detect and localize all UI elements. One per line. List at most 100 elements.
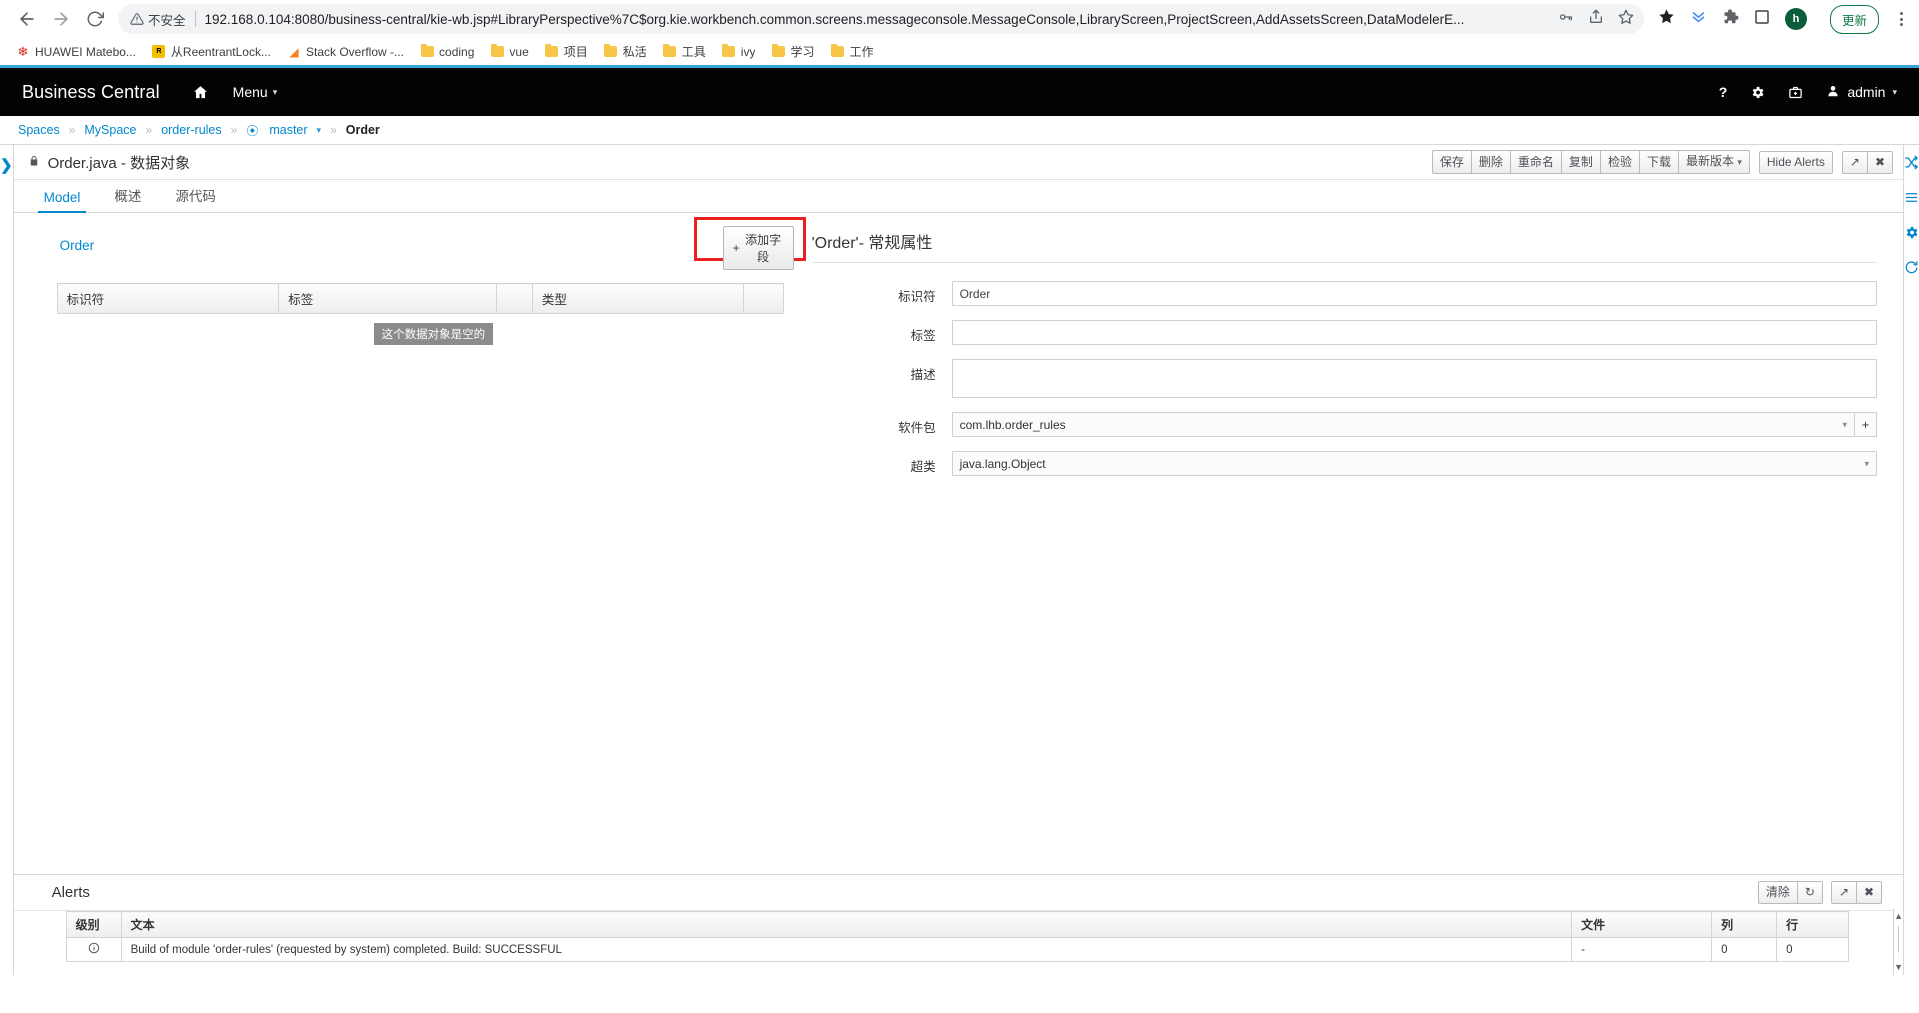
bookmark-item[interactable]: vue: [483, 42, 535, 62]
gear-icon[interactable]: [1750, 85, 1765, 100]
delete-button[interactable]: 删除: [1471, 150, 1511, 174]
copy-button[interactable]: 复制: [1561, 150, 1601, 174]
update-button[interactable]: 更新: [1830, 5, 1879, 34]
tab-model[interactable]: Model: [38, 185, 87, 212]
column-header-row[interactable]: 行: [1777, 912, 1849, 938]
column-header-file[interactable]: 文件: [1572, 912, 1712, 938]
user-icon: [1826, 84, 1840, 101]
breadcrumb-item-order-rules[interactable]: order-rules: [161, 123, 221, 137]
editor-toolbar: 保存 删除 重命名 复制 检验 下载 最新版本 ▾ Hide Alerts ↗ …: [1432, 150, 1893, 174]
model-left-pane: Order + 添加字段 标识符 标签 类型: [14, 213, 794, 874]
bookmark-item[interactable]: R 从ReentrantLock...: [145, 40, 278, 63]
share-icon[interactable]: [1588, 9, 1604, 30]
superclass-select-wrap[interactable]: java.lang.Object ▾: [952, 451, 1877, 476]
data-object-name[interactable]: Order: [60, 238, 95, 253]
forward-arrow-icon[interactable]: [44, 2, 78, 36]
close-icon[interactable]: ✖: [1856, 881, 1882, 904]
briefcase-icon[interactable]: [1788, 85, 1803, 100]
back-arrow-icon[interactable]: [10, 2, 44, 36]
tab-source[interactable]: 源代码: [169, 180, 222, 212]
alerts-scrollbar[interactable]: ▲ ▼: [1893, 908, 1903, 975]
chevron-down-icon: ▾: [1892, 87, 1897, 98]
form-row-package: 软件包 com.lhb.order_rules ▾ +: [812, 412, 1877, 437]
package-select-wrap[interactable]: com.lhb.order_rules ▾: [952, 412, 1855, 437]
bookmark-item[interactable]: 工作: [823, 40, 880, 63]
table-header-row: 标识符 标签 类型: [57, 284, 783, 314]
refresh-icon[interactable]: ↻: [1797, 881, 1823, 904]
identifier-input[interactable]: [952, 281, 1877, 306]
shuffle-icon[interactable]: [1904, 155, 1919, 173]
package-select[interactable]: com.lhb.order_rules: [952, 412, 1855, 437]
home-icon[interactable]: [192, 84, 209, 101]
profile-avatar[interactable]: h: [1785, 8, 1807, 30]
bookmark-item[interactable]: ivy: [715, 42, 763, 62]
bookmark-item[interactable]: ❄ HUAWEI Matebo...: [9, 42, 143, 62]
expand-icon[interactable]: ↗: [1831, 881, 1857, 904]
latest-version-dropdown[interactable]: 最新版本 ▾: [1678, 150, 1750, 174]
column-header-label[interactable]: 标签: [279, 284, 497, 314]
breadcrumb-separator: »: [69, 123, 76, 137]
folder-icon: [722, 45, 736, 59]
app-header-actions: ? admin ▾: [1719, 84, 1897, 101]
tab-overview[interactable]: 概述: [108, 180, 147, 212]
editor-header: Order.java - 数据对象 保存 删除 重命名 复制 检验 下载 最新版…: [14, 145, 1903, 180]
breadcrumb: Spaces » MySpace » order-rules » ⦿ maste…: [0, 116, 1919, 144]
column-header-identifier[interactable]: 标识符: [57, 284, 279, 314]
sidepanel-icon[interactable]: [1754, 9, 1770, 30]
description-textarea[interactable]: [952, 359, 1877, 398]
folder-icon: [420, 45, 434, 59]
expand-icon[interactable]: ↗: [1842, 151, 1868, 174]
clear-alerts-button[interactable]: 清除: [1758, 881, 1798, 904]
column-header-text[interactable]: 文本: [121, 912, 1572, 938]
gear-icon[interactable]: [1904, 225, 1919, 243]
rename-button[interactable]: 重命名: [1510, 150, 1562, 174]
add-package-button[interactable]: +: [1855, 412, 1877, 437]
scrollbar-thumb[interactable]: [1898, 926, 1899, 952]
bookmark-label: 学习: [790, 43, 814, 60]
bookmark-star-icon[interactable]: [1618, 9, 1634, 30]
download-button[interactable]: 下载: [1639, 150, 1679, 174]
control-description: [952, 359, 1877, 398]
bookmark-item[interactable]: 工具: [656, 40, 713, 63]
menu-dropdown[interactable]: Menu ▾: [233, 84, 278, 100]
extensions-puzzle-icon[interactable]: [1722, 8, 1739, 30]
column-header-column[interactable]: 列: [1712, 912, 1777, 938]
question-mark-icon[interactable]: ?: [1719, 84, 1728, 100]
bookmarks-star-filled-icon[interactable]: [1658, 8, 1675, 30]
superclass-select[interactable]: java.lang.Object: [952, 451, 1877, 476]
sync-icon[interactable]: [1904, 260, 1919, 278]
save-button[interactable]: 保存: [1432, 150, 1472, 174]
bookmark-item[interactable]: coding: [413, 42, 481, 62]
user-menu[interactable]: admin ▾: [1826, 84, 1897, 101]
browser-chrome: 不安全 192.168.0.104:8080/business-central/…: [0, 0, 1919, 65]
reload-icon[interactable]: [78, 2, 112, 36]
password-key-icon[interactable]: [1558, 9, 1574, 30]
validate-button[interactable]: 检验: [1600, 150, 1640, 174]
close-icon[interactable]: ✖: [1867, 151, 1893, 174]
bookmark-item[interactable]: ◢ Stack Overflow -...: [280, 42, 411, 62]
table-row[interactable]: Build of module 'order-rules' (requested…: [66, 938, 1849, 962]
bookmark-item[interactable]: 学习: [764, 40, 821, 63]
add-field-button[interactable]: + 添加字段: [723, 226, 794, 270]
chrome-menu-icon[interactable]: [1894, 12, 1909, 26]
expand-panel-icon[interactable]: ❯: [0, 156, 13, 174]
downloads-icon[interactable]: [1690, 8, 1707, 30]
bookmark-item[interactable]: 项目: [538, 40, 595, 63]
hide-alerts-button[interactable]: Hide Alerts: [1759, 151, 1833, 174]
chevron-down-icon[interactable]: ▾: [317, 125, 322, 136]
breadcrumb-item-spaces[interactable]: Spaces: [18, 123, 60, 137]
breadcrumb-item-master[interactable]: master: [269, 123, 307, 137]
column-header-spacer2: [743, 284, 783, 314]
scroll-up-icon[interactable]: ▲: [1894, 911, 1903, 921]
security-warning[interactable]: 不安全: [130, 10, 186, 29]
url-text[interactable]: 192.168.0.104:8080/business-central/kie-…: [205, 12, 1548, 27]
column-header-type[interactable]: 类型: [532, 284, 743, 314]
breadcrumb-item-myspace[interactable]: MySpace: [84, 123, 136, 137]
scroll-down-icon[interactable]: ▼: [1894, 962, 1903, 972]
library-icon[interactable]: [1904, 190, 1919, 208]
bookmark-item[interactable]: 私活: [597, 40, 654, 63]
address-bar[interactable]: 不安全 192.168.0.104:8080/business-central/…: [118, 4, 1644, 34]
app-brand: Business Central: [22, 82, 160, 103]
column-header-level[interactable]: 级别: [66, 912, 121, 938]
label-input[interactable]: [952, 320, 1877, 345]
